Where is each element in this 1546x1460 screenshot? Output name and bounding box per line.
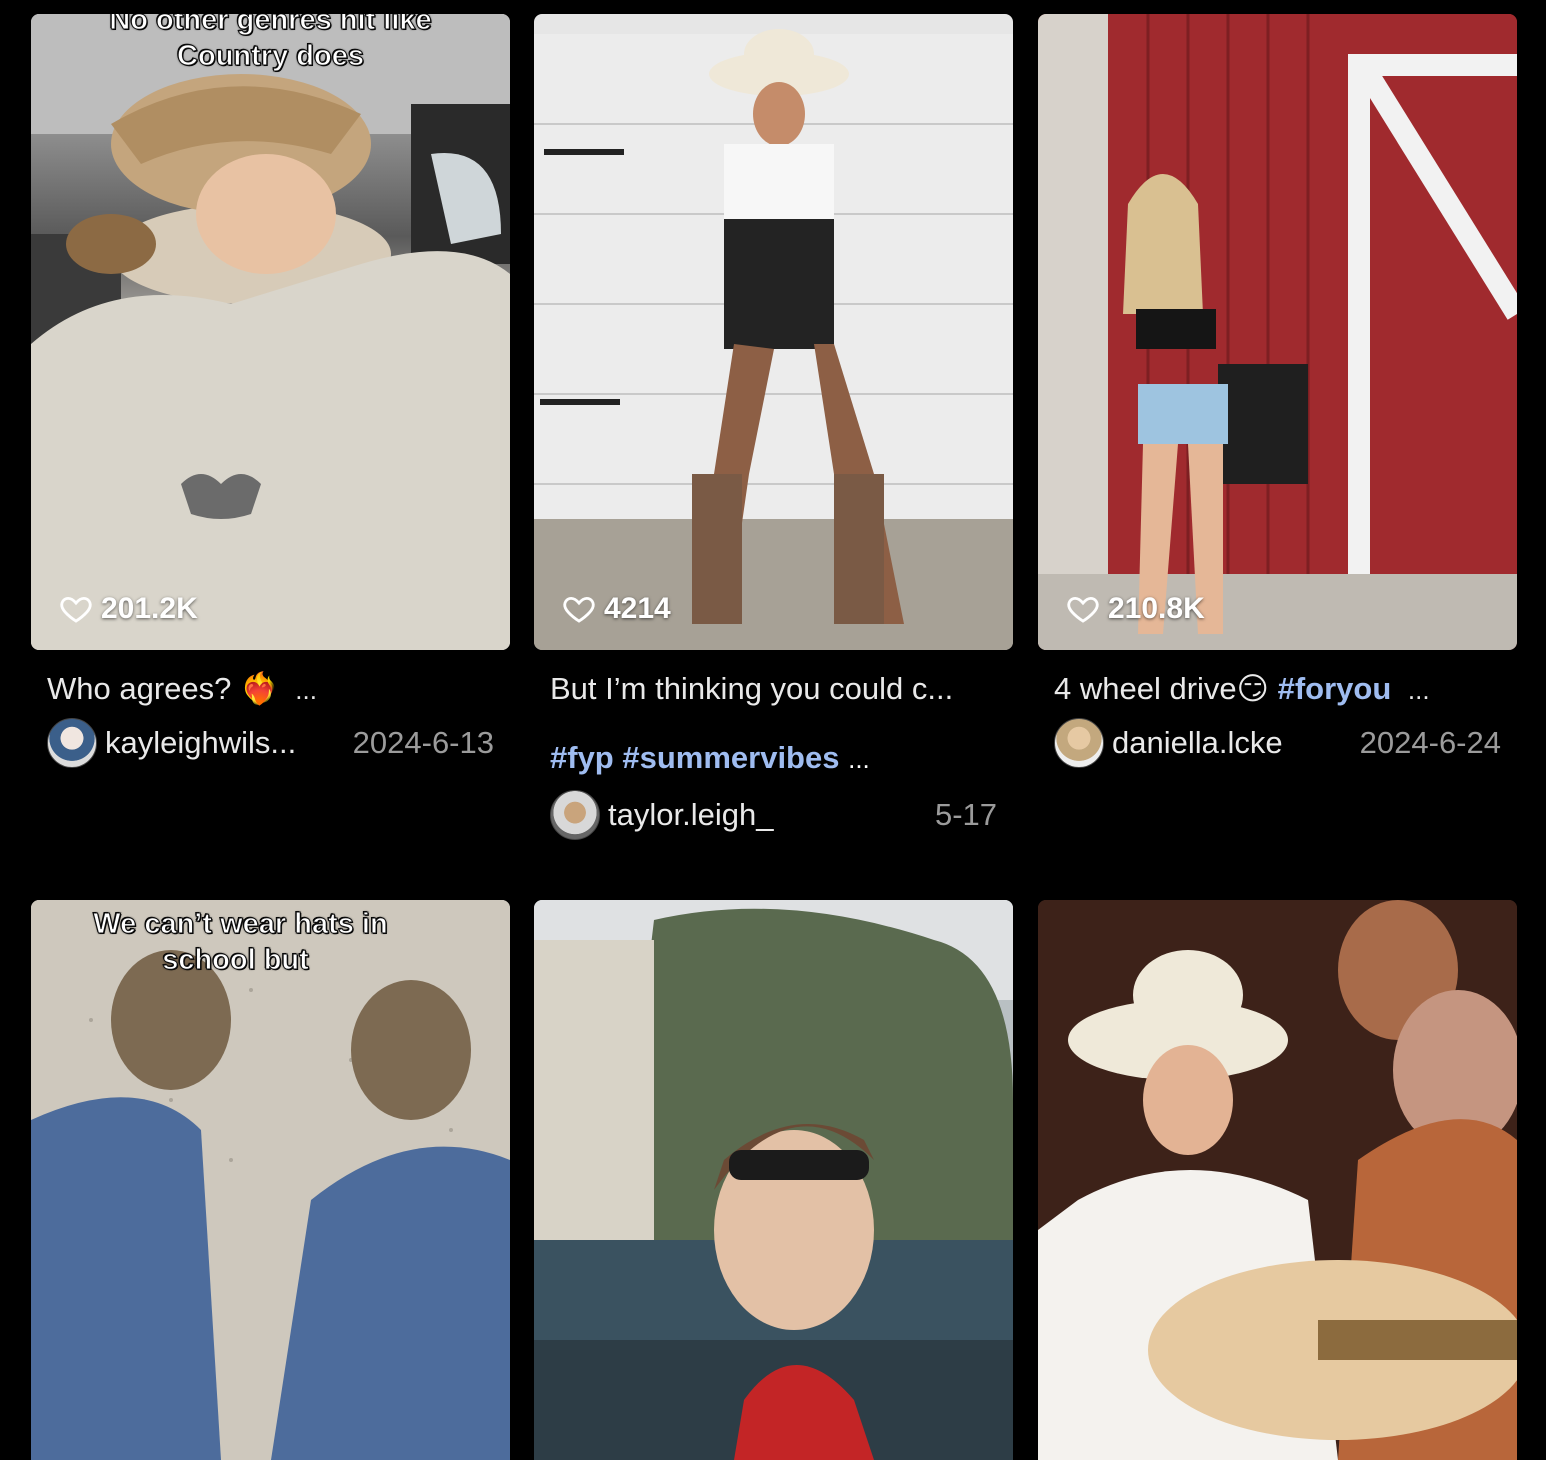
like-count-value: 201.2K <box>101 592 198 625</box>
video-hashtags[interactable]: #fyp #summervibes ... <box>550 738 997 779</box>
avatar[interactable] <box>1054 718 1104 768</box>
thumbnail-art <box>31 900 510 1460</box>
like-count-value: 4214 <box>604 592 671 625</box>
caption-more[interactable]: ... <box>295 675 317 705</box>
video-card-2[interactable]: 4214 But I’m thinking you could c... #fy… <box>534 14 1013 841</box>
video-caption[interactable]: 4 wheel drive😏 #foryou ... <box>1054 668 1501 711</box>
thumbnail-art <box>1038 900 1517 1460</box>
like-count: 4214 <box>562 592 671 626</box>
caption-more[interactable]: ... <box>1408 675 1430 705</box>
like-count-value: 210.8K <box>1108 592 1205 625</box>
caption-emoji: ❤️‍🔥 <box>240 671 279 706</box>
caption-text: 4 wheel drive <box>1054 671 1237 706</box>
video-card-1[interactable]: No other genres hit like Country does 20… <box>31 14 510 769</box>
video-thumbnail[interactable]: 210.8K <box>1038 14 1517 650</box>
like-count: 201.2K <box>59 592 198 626</box>
hashtag-list[interactable]: #fyp #summervibes <box>550 740 839 775</box>
video-thumbnail[interactable]: 4214 <box>534 14 1013 650</box>
thumbnail-art <box>534 29 1013 650</box>
video-meta: taylor.leigh_ 5-17 <box>550 789 997 841</box>
heart-icon <box>60 596 92 623</box>
like-count: 210.8K <box>1066 592 1205 626</box>
video-overlay-text: No other genres hit like Country does <box>109 14 432 73</box>
video-thumbnail[interactable]: We can’t wear hats in school but <box>31 900 510 1460</box>
hashtag[interactable]: #foryou <box>1278 671 1392 706</box>
username[interactable]: daniella.lcke <box>1112 725 1348 761</box>
caption-text: But I’m thinking you could c... <box>550 671 954 706</box>
thumbnail-art <box>1038 14 1517 650</box>
post-date: 2024-6-13 <box>352 725 494 760</box>
video-caption[interactable]: Who agrees? ❤️‍🔥 ... <box>47 668 494 711</box>
username[interactable]: taylor.leigh_ <box>608 797 923 833</box>
video-thumbnail[interactable] <box>1038 900 1517 1460</box>
post-date: 2024-6-24 <box>1359 725 1501 760</box>
video-card-3[interactable]: 210.8K 4 wheel drive😏 #foryou ... daniel… <box>1038 14 1517 769</box>
caption-text: Who agrees? <box>47 671 232 706</box>
video-meta: daniella.lcke 2024-6-24 <box>1054 717 1501 769</box>
video-caption[interactable]: But I’m thinking you could c... <box>550 668 997 710</box>
caption-more[interactable]: ... <box>848 744 870 774</box>
thumbnail-art <box>31 14 510 650</box>
video-card-4[interactable]: We can’t wear hats in school but <box>31 900 510 1460</box>
avatar[interactable] <box>550 790 600 840</box>
video-card-5[interactable] <box>534 900 1013 1460</box>
video-meta: kayleighwils... 2024-6-13 <box>47 717 494 769</box>
username[interactable]: kayleighwils... <box>105 725 341 761</box>
video-thumbnail[interactable]: No other genres hit like Country does 20… <box>31 14 510 650</box>
caption-emoji: 😏 <box>1236 671 1269 706</box>
heart-icon <box>563 596 595 623</box>
video-thumbnail[interactable] <box>534 900 1013 1460</box>
thumbnail-art <box>534 900 1013 1460</box>
heart-icon <box>1067 596 1099 623</box>
video-card-6[interactable] <box>1038 900 1517 1460</box>
video-overlay-text: We can’t wear hats in school but <box>93 907 388 977</box>
post-date: 5-17 <box>934 797 997 832</box>
avatar[interactable] <box>47 718 97 768</box>
